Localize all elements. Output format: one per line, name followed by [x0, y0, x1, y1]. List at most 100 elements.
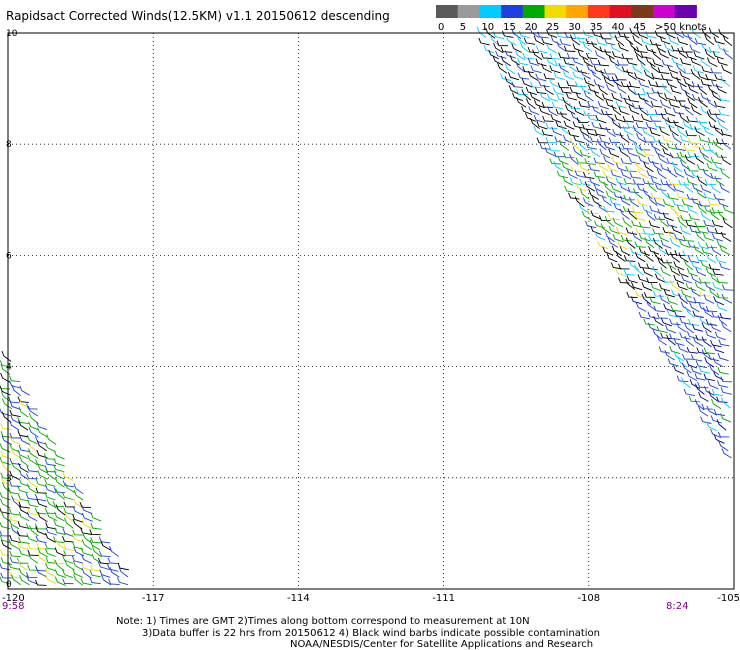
wind-barb: [603, 205, 615, 213]
wind-barb: [720, 231, 732, 242]
wind-barb: [676, 36, 689, 46]
wind-barb: [695, 267, 707, 277]
wind-barb: [667, 192, 679, 200]
wind-barb: [713, 193, 725, 201]
wind-map[interactable]: -120 -117 -114 -111 -108 -10503468109:58 8:24: [0, 0, 740, 650]
wind-barb: [616, 83, 627, 94]
wind-barb: [588, 164, 600, 172]
wind-barb: [680, 289, 692, 299]
wind-barb: [718, 339, 730, 347]
wind-barb: [641, 281, 653, 292]
wind-barb: [563, 152, 575, 159]
wind-barb: [641, 127, 653, 137]
wind-barb: [517, 72, 530, 80]
wind-barb: [638, 221, 651, 229]
wind-barb: [98, 536, 111, 544]
wind-barb: [640, 61, 650, 74]
wind-barb: [619, 132, 630, 143]
wind-barb: [672, 107, 685, 115]
wind-barb: [687, 84, 699, 94]
wind-barb: [647, 311, 659, 320]
wind-barb: [1, 350, 12, 362]
wind-barb: [670, 304, 682, 312]
wind-barb: [624, 255, 636, 262]
wind-barb: [711, 219, 724, 228]
wind-barb: [715, 255, 727, 264]
wind-barb: [655, 81, 667, 88]
wind-barb: [26, 533, 38, 543]
wind-barb: [673, 365, 684, 375]
wind-barb: [585, 52, 598, 60]
wind-barb: [35, 535, 47, 544]
time-label-right: 8:24: [666, 601, 688, 612]
wind-barb: [109, 546, 119, 557]
wind-barb: [53, 450, 65, 460]
wind-barb: [612, 128, 624, 137]
wind-barb: [627, 186, 640, 194]
wind-barb: [662, 276, 674, 283]
wind-barb: [715, 151, 727, 158]
wind-barb: [619, 195, 631, 206]
wind-barb: [543, 73, 555, 80]
wind-barb: [0, 521, 11, 530]
wind-barb: [704, 179, 717, 186]
wind-barb: [700, 416, 712, 424]
wind-barb: [683, 68, 695, 75]
y-tick-label: 3: [6, 474, 12, 484]
wind-barb: [579, 163, 591, 172]
wind-barb: [496, 40, 508, 47]
wind-barb: [720, 154, 732, 166]
wind-barb: [671, 161, 683, 172]
wind-barb: [691, 170, 703, 179]
wind-barb: [696, 226, 709, 234]
wind-barb: [662, 198, 674, 208]
wind-barb: [643, 251, 654, 262]
wind-barb: [525, 86, 537, 96]
wind-barb: [645, 44, 657, 54]
wind-barb: [26, 511, 38, 522]
wind-barb: [679, 70, 691, 80]
wind-barb: [616, 59, 629, 66]
axis-ticks: -120 -117 -114 -111 -108 -10503468109:58 8:24: [2, 29, 740, 612]
wind-barb: [605, 100, 617, 109]
wind-barbs: [0, 26, 734, 586]
y-tick-label: 6: [6, 251, 12, 261]
wind-barb: [660, 163, 672, 173]
wind-barb: [708, 46, 720, 53]
wind-barb: [611, 51, 624, 59]
wind-barb: [593, 183, 604, 194]
wind-barb: [89, 529, 101, 536]
wind-barb: [585, 38, 598, 45]
wind-barb: [711, 90, 722, 102]
wind-barb: [62, 528, 74, 537]
wind-barb: [673, 274, 685, 284]
wind-barb: [653, 305, 665, 313]
wind-barb: [10, 574, 21, 586]
note-line-1: Note: 1) Times are GMT 2)Times along bot…: [116, 616, 530, 627]
wind-barb: [652, 290, 665, 297]
wind-barb: [718, 109, 730, 117]
wind-barb: [658, 346, 670, 354]
x-tick-label: -105: [717, 593, 740, 604]
wind-barb: [719, 183, 730, 193]
wind-barb: [706, 110, 717, 123]
wind-barb: [64, 482, 76, 494]
wind-barb: [705, 305, 718, 313]
wind-barb: [651, 87, 663, 95]
wind-barb: [703, 347, 716, 355]
wind-barb: [710, 322, 721, 332]
wind-barb: [656, 168, 667, 180]
wind-barb: [560, 111, 571, 122]
wind-barb: [695, 334, 707, 341]
wind-barb: [53, 519, 65, 529]
wind-barb: [687, 151, 699, 158]
wind-barb: [536, 45, 548, 54]
wind-barb: [625, 165, 637, 173]
wind-barb: [689, 302, 700, 313]
wind-barb: [625, 227, 638, 235]
wind-barb: [629, 171, 641, 179]
wind-barb: [686, 346, 699, 354]
x-tick-label: -117: [142, 593, 165, 604]
wind-barb: [615, 100, 627, 109]
wind-barb: [62, 555, 74, 564]
